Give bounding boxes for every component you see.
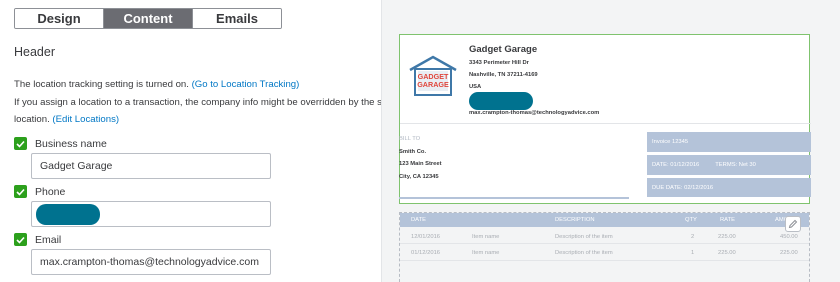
override-notice-line2: location. (Edit Locations) xyxy=(14,114,119,125)
line-items-header: DATE DESCRIPTION QTY RATE AMOUNT xyxy=(400,213,809,227)
section-title-header: Header xyxy=(14,45,55,59)
business-name-row: Business name xyxy=(14,137,107,150)
content-settings-panel: Design Content Emails Header The locatio… xyxy=(0,0,413,282)
tab-emails[interactable]: Emails xyxy=(192,9,281,28)
row-separator xyxy=(400,243,809,244)
phone-label: Phone xyxy=(35,185,66,198)
row2-rate: 225.00 xyxy=(718,250,736,256)
col-qty: QTY xyxy=(685,217,697,223)
bill-to-label: BILL TO xyxy=(399,136,421,142)
row2-amount: 225.00 xyxy=(780,250,798,256)
invoice-terms: TERMS: Net 30 xyxy=(715,162,756,168)
check-icon xyxy=(16,140,25,148)
invoice-due-date-box: DUE DATE: 02/12/2016 xyxy=(647,178,811,197)
row-separator xyxy=(400,260,809,261)
edit-pencil-button[interactable] xyxy=(785,216,801,232)
override-notice-text: location. xyxy=(14,114,50,125)
check-icon xyxy=(16,188,25,196)
business-name-label: Business name xyxy=(35,137,107,150)
pencil-icon xyxy=(788,219,798,229)
row1-qty: 2 xyxy=(691,234,695,240)
row2-item: Item name xyxy=(472,250,500,256)
col-date: DATE xyxy=(411,217,427,223)
invoice-preview-panel: GADGET GARAGE Gadget Garage 3343 Perimet… xyxy=(381,0,840,282)
tab-design[interactable]: Design xyxy=(15,9,103,28)
bill-to-block: BILL TO Smith Co. 123 Main Street City, … xyxy=(399,35,639,205)
row1-item: Item name xyxy=(472,234,500,240)
row1-date: 12/01/2016 xyxy=(411,234,441,240)
location-tracking-notice: The location tracking setting is turned … xyxy=(14,79,299,90)
line-items-preview[interactable]: DATE DESCRIPTION QTY RATE AMOUNT 12/01/2… xyxy=(399,212,810,282)
tab-content[interactable]: Content xyxy=(103,9,192,28)
bill-to-street: 123 Main Street xyxy=(399,161,442,167)
row1-amount: 450.00 xyxy=(780,234,798,240)
check-icon xyxy=(16,236,25,244)
bill-to-city: City, CA 12345 xyxy=(399,174,439,180)
row1-rate: 225.00 xyxy=(718,234,736,240)
phone-redaction xyxy=(36,204,100,225)
invoice-date: DATE: 01/12/2016 xyxy=(652,162,700,168)
email-field[interactable]: max.crampton-thomas@technologyadvice.com xyxy=(31,249,271,275)
phone-row: Phone xyxy=(14,185,65,198)
override-notice-line1: If you assign a location to a transactio… xyxy=(14,97,413,108)
row2-date: 01/12/2016 xyxy=(411,250,441,256)
business-name-checkbox[interactable] xyxy=(14,137,27,150)
business-name-field[interactable]: Gadget Garage xyxy=(31,153,271,179)
location-notice-text: The location tracking setting is turned … xyxy=(14,79,189,90)
invoice-number-box: Invoice 12345 xyxy=(647,132,811,152)
col-rate: RATE xyxy=(720,217,736,223)
row2-qty: 1 xyxy=(691,250,695,256)
email-label: Email xyxy=(35,233,62,246)
invoice-date-terms-box: DATE: 01/12/2016 TERMS: Net 30 xyxy=(647,155,811,175)
email-row: Email xyxy=(14,233,61,246)
invoice-header-preview[interactable]: GADGET GARAGE Gadget Garage 3343 Perimet… xyxy=(399,34,811,205)
email-checkbox[interactable] xyxy=(14,233,27,246)
row1-description: Description of the item xyxy=(555,234,613,240)
go-to-location-tracking-link[interactable]: (Go to Location Tracking) xyxy=(192,79,300,90)
tab-bar: Design Content Emails xyxy=(14,8,282,29)
col-description: DESCRIPTION xyxy=(555,217,595,223)
bill-to-name: Smith Co. xyxy=(399,149,427,155)
row2-description: Description of the item xyxy=(555,250,613,256)
edit-locations-link[interactable]: (Edit Locations) xyxy=(52,114,119,125)
phone-checkbox[interactable] xyxy=(14,185,27,198)
bill-to-bar xyxy=(399,197,629,199)
